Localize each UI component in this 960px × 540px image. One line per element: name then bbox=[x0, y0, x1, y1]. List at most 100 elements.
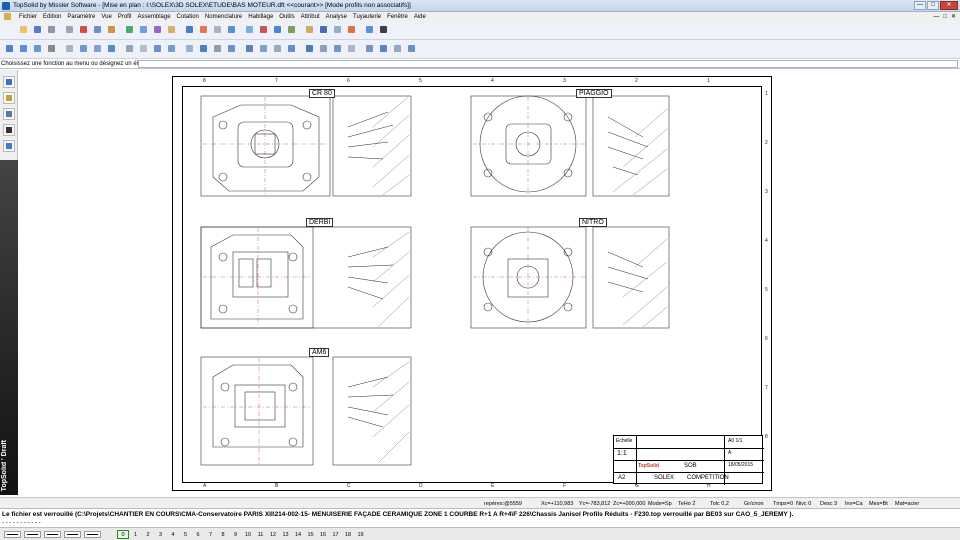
layer-button-15[interactable]: 15 bbox=[305, 530, 317, 539]
toolbar2-tool-button-7[interactable] bbox=[92, 43, 103, 54]
layer-button-9[interactable]: 9 bbox=[230, 530, 242, 539]
layer-button-1[interactable]: 1 bbox=[130, 530, 142, 539]
layer-button-10[interactable]: 10 bbox=[242, 530, 254, 539]
view-label-am6[interactable]: AM6 bbox=[309, 348, 330, 357]
menu-attribut[interactable]: Attribut bbox=[301, 14, 320, 20]
layer-button-12[interactable]: 12 bbox=[267, 530, 279, 539]
toolbar1-tool-button-21[interactable] bbox=[304, 24, 315, 35]
line-style-button[interactable] bbox=[84, 531, 101, 538]
tree-tool-button[interactable] bbox=[3, 140, 15, 152]
select-tool-button[interactable] bbox=[3, 76, 15, 88]
toolbar2-tool-button-27[interactable] bbox=[392, 43, 403, 54]
toolbar2-tool-button-24[interactable] bbox=[346, 43, 357, 54]
toolbar2-tool-button-20[interactable] bbox=[286, 43, 297, 54]
toolbar1-tool-button-18[interactable] bbox=[258, 24, 269, 35]
menu-aide[interactable]: Aide bbox=[414, 14, 426, 20]
layer-tool-button[interactable] bbox=[3, 108, 15, 120]
layer-button-0[interactable]: 0 bbox=[117, 530, 129, 539]
drawing-sheet[interactable]: CR 80 PIAGGIO DERBI NITRO AM6 Echelle 1:… bbox=[172, 76, 772, 491]
toolbar2-tool-button-14[interactable] bbox=[198, 43, 209, 54]
toolbar2-tool-button-6[interactable] bbox=[78, 43, 89, 54]
layer-button-7[interactable]: 7 bbox=[205, 530, 217, 539]
toolbar2-tool-button-19[interactable] bbox=[272, 43, 283, 54]
line-style-button[interactable] bbox=[64, 531, 81, 538]
status-inv[interactable]: Inv=Ca bbox=[845, 501, 863, 507]
toolbar1-tool-button-1[interactable] bbox=[4, 24, 15, 35]
layer-button-8[interactable]: 8 bbox=[217, 530, 229, 539]
toolbar1-tool-button-6[interactable] bbox=[78, 24, 89, 35]
menu-vue[interactable]: Vue bbox=[101, 14, 111, 20]
toolbar2-tool-button-16[interactable] bbox=[226, 43, 237, 54]
layer-button-14[interactable]: 14 bbox=[292, 530, 304, 539]
layer-button-3[interactable]: 3 bbox=[155, 530, 167, 539]
status-tolc[interactable]: Tolc 0,2 bbox=[710, 501, 729, 507]
status-grid[interactable]: Gr/cnon bbox=[744, 501, 764, 507]
status-mode[interactable]: Mode=Sp bbox=[648, 501, 672, 507]
layer-button-4[interactable]: 4 bbox=[167, 530, 179, 539]
toolbar1-tool-button-7[interactable] bbox=[92, 24, 103, 35]
menu-outils[interactable]: Outils bbox=[279, 14, 294, 20]
table-tool-button[interactable] bbox=[3, 124, 15, 136]
toolbar2-tool-button-18[interactable] bbox=[258, 43, 269, 54]
status-material[interactable]: Mat=acier bbox=[895, 501, 919, 507]
toolbar2-tool-button-4[interactable] bbox=[46, 43, 57, 54]
topsolid-app-icon[interactable] bbox=[2, 2, 10, 10]
toolbar2-tool-button-25[interactable] bbox=[364, 43, 375, 54]
line-style-button[interactable] bbox=[4, 531, 21, 538]
toolbar1-tool-button-26[interactable] bbox=[378, 24, 389, 35]
layer-button-13[interactable]: 13 bbox=[280, 530, 292, 539]
toolbar1-tool-button-12[interactable] bbox=[166, 24, 177, 35]
layer-button-6[interactable]: 6 bbox=[192, 530, 204, 539]
layer-button-16[interactable]: 16 bbox=[317, 530, 329, 539]
toolbar2-tool-button-5[interactable] bbox=[64, 43, 75, 54]
layer-button-5[interactable]: 5 bbox=[180, 530, 192, 539]
menu-fenetre[interactable]: Fenêtre bbox=[387, 14, 408, 20]
toolbar2-tool-button-12[interactable] bbox=[166, 43, 177, 54]
layer-button-11[interactable]: 11 bbox=[255, 530, 267, 539]
toolbar2-tool-button-10[interactable] bbox=[138, 43, 149, 54]
toolbar2-tool-button-28[interactable] bbox=[406, 43, 417, 54]
menu-parametre[interactable]: Paramètre bbox=[67, 14, 95, 20]
title-block[interactable]: Echelle 1:1 A2 TopSolid SOB SOLEX COMPET… bbox=[613, 435, 764, 485]
layer-button-18[interactable]: 18 bbox=[342, 530, 354, 539]
doc-restore-button[interactable]: □ bbox=[943, 14, 947, 20]
menu-cotation[interactable]: Cotation bbox=[177, 14, 199, 20]
layer-button-2[interactable]: 2 bbox=[142, 530, 154, 539]
status-tmps[interactable]: Tmps=0 bbox=[773, 501, 793, 507]
toolbar2-tool-button-1[interactable] bbox=[4, 43, 15, 54]
toolbar1-tool-button-8[interactable] bbox=[106, 24, 117, 35]
view-label-piaggio[interactable]: PIAGGIO bbox=[576, 89, 612, 98]
toolbar2-tool-button-22[interactable] bbox=[318, 43, 329, 54]
drawing-canvas[interactable]: CR 80 PIAGGIO DERBI NITRO AM6 Echelle 1:… bbox=[19, 70, 960, 497]
close-button[interactable]: ✕ bbox=[940, 1, 958, 10]
menu-edition[interactable]: Edition bbox=[43, 14, 61, 20]
toolbar1-tool-button-23[interactable] bbox=[332, 24, 343, 35]
toolbar1-tool-button-5[interactable] bbox=[64, 24, 75, 35]
toolbar2-tool-button-8[interactable] bbox=[106, 43, 117, 54]
toolbar1-tool-button-2[interactable] bbox=[18, 24, 29, 35]
doc-minimize-button[interactable]: — bbox=[933, 14, 939, 20]
layer-button-17[interactable]: 17 bbox=[330, 530, 342, 539]
toolbar1-tool-button-13[interactable] bbox=[184, 24, 195, 35]
toolbar2-tool-button-26[interactable] bbox=[378, 43, 389, 54]
toolbar1-tool-button-14[interactable] bbox=[198, 24, 209, 35]
layer-button-19[interactable]: 19 bbox=[355, 530, 367, 539]
status-desc[interactable]: Desc 3 bbox=[820, 501, 837, 507]
view-label-derbi[interactable]: DERBI bbox=[306, 218, 334, 227]
toolbar2-tool-button-3[interactable] bbox=[32, 43, 43, 54]
toolbar2-tool-button-23[interactable] bbox=[332, 43, 343, 54]
view-label-cr80[interactable]: CR 80 bbox=[309, 89, 335, 98]
minimize-button[interactable]: — bbox=[914, 1, 926, 10]
menu-habillage[interactable]: Habillage bbox=[248, 14, 273, 20]
toolbar1-tool-button-4[interactable] bbox=[46, 24, 57, 35]
toolbar1-tool-button-24[interactable] bbox=[346, 24, 357, 35]
toolbar1-tool-button-19[interactable] bbox=[272, 24, 283, 35]
toolbar1-tool-button-17[interactable] bbox=[244, 24, 255, 35]
edit-tool-button[interactable] bbox=[3, 92, 15, 104]
toolbar1-tool-button-11[interactable] bbox=[152, 24, 163, 35]
toolbar1-tool-button-20[interactable] bbox=[286, 24, 297, 35]
menu-assemblage[interactable]: Assemblage bbox=[138, 14, 171, 20]
status-nivc[interactable]: Nivc 0 bbox=[796, 501, 811, 507]
toolbar1-tool-button-25[interactable] bbox=[364, 24, 375, 35]
line-style-button[interactable] bbox=[44, 531, 61, 538]
